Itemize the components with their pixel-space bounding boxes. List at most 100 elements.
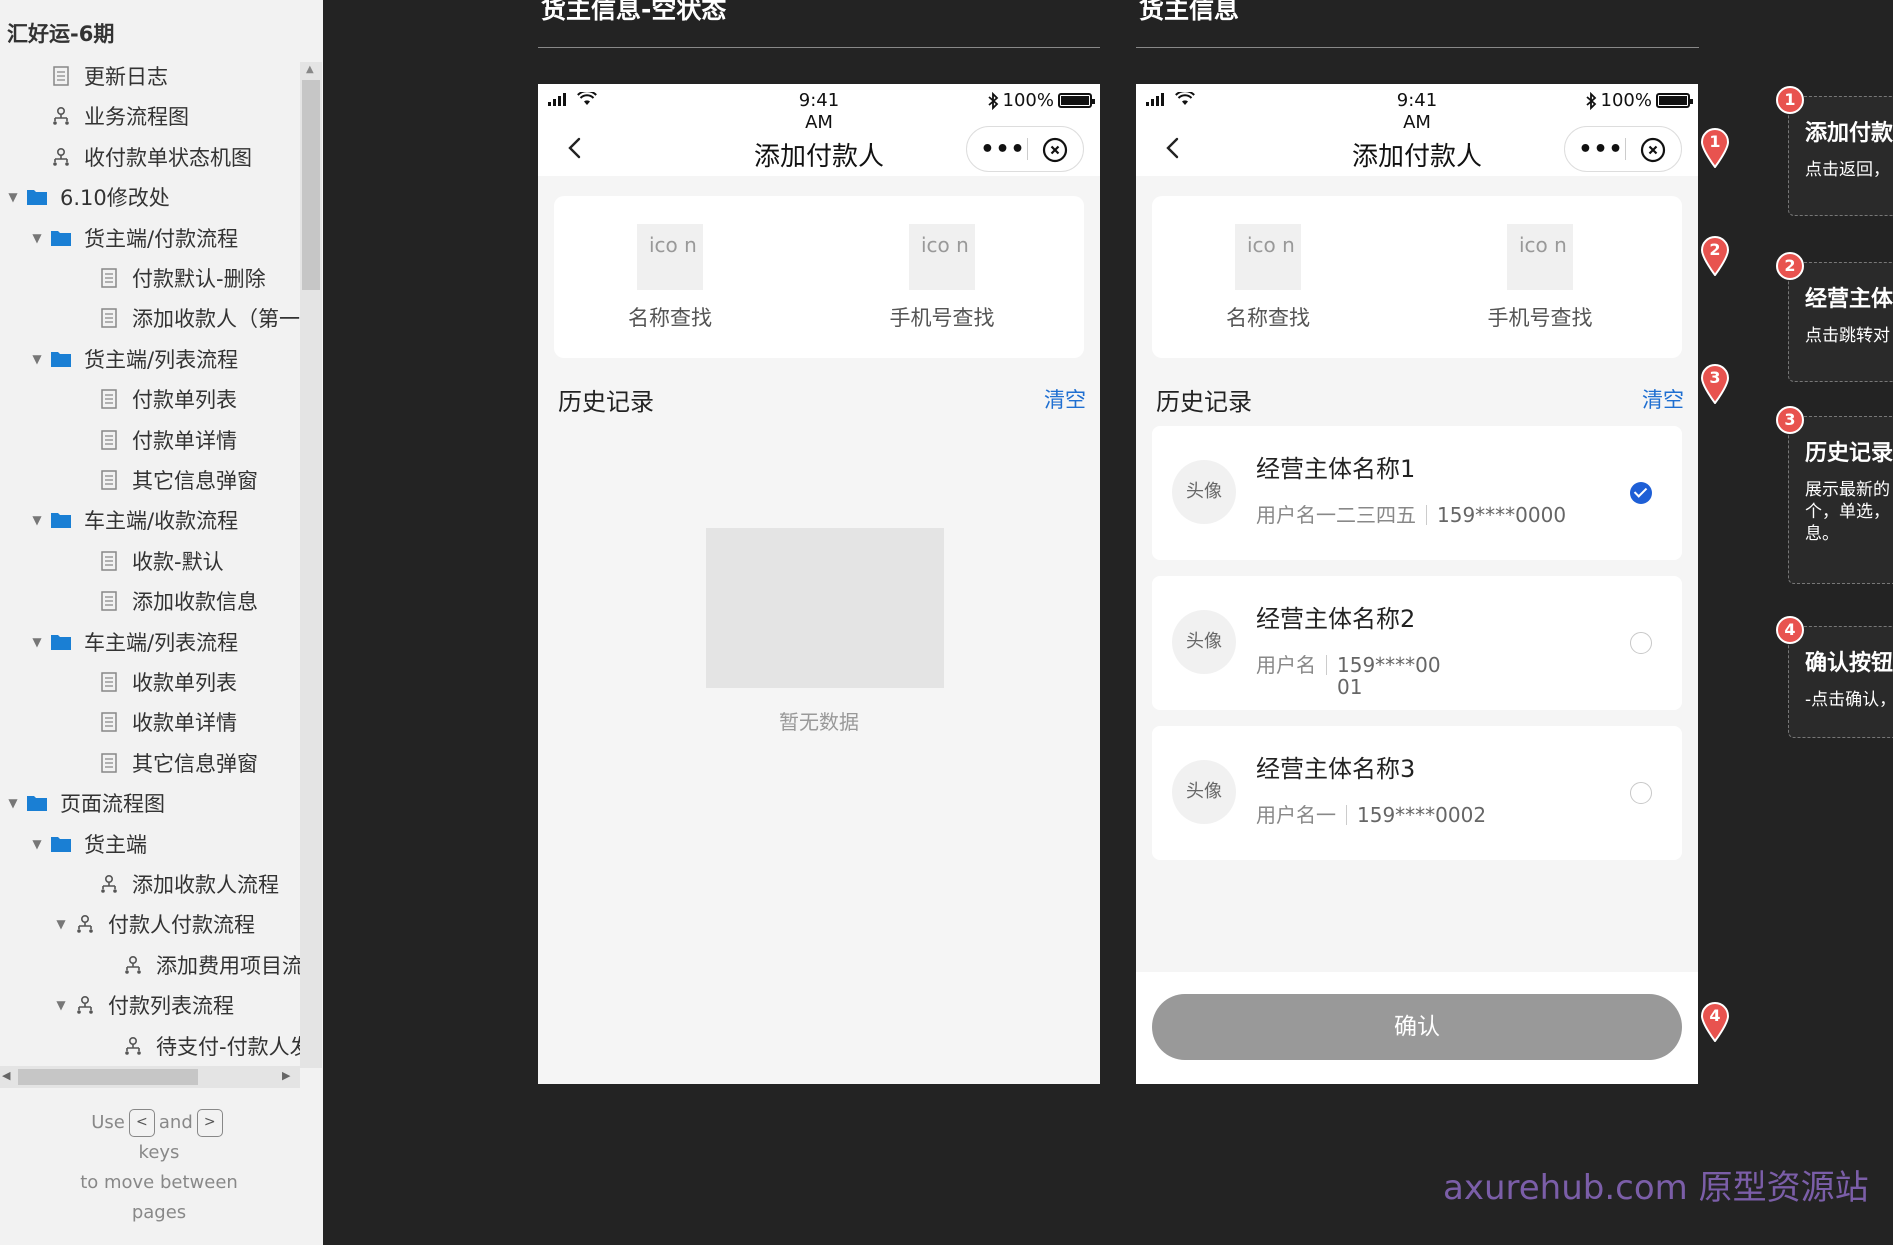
scroll-left-icon[interactable]: ◀ <box>2 1069 10 1082</box>
folder-icon <box>26 792 48 814</box>
scroll-right-icon[interactable]: ▶ <box>282 1069 290 1082</box>
flow-icon <box>74 913 96 935</box>
clear-history-link[interactable]: 清空 <box>1642 384 1684 414</box>
search-by-name-button[interactable]: ico n 名称查找 <box>590 224 750 332</box>
sitemap-item[interactable]: 付款默认-删除 <box>78 258 266 298</box>
radio-unchecked-icon[interactable] <box>1630 782 1652 804</box>
horizontal-scroll-thumb[interactable] <box>18 1069 198 1085</box>
sitemap-item[interactable]: 收款单详情 <box>78 702 237 742</box>
expand-toggle-icon[interactable]: ▼ <box>54 998 68 1012</box>
scroll-up-icon[interactable]: ▲ <box>306 64 314 75</box>
sitemap-item[interactable]: 添加收款信息 <box>78 581 258 621</box>
more-dots-icon[interactable]: ••• <box>980 127 1025 171</box>
sitemap-item[interactable]: ▼ 货主端/列表流程 <box>30 339 238 379</box>
search-options-card: ico n 名称查找 ico n 手机号查找 <box>1152 196 1682 358</box>
sitemap-item-label: 添加收款人流程 <box>132 873 279 897</box>
sitemap-item-label: 车主端/收款流程 <box>84 509 239 534</box>
radio-checked-icon[interactable] <box>1630 482 1652 504</box>
expand-toggle-icon[interactable]: ▼ <box>54 917 68 931</box>
vertical-scrollbar[interactable]: ▲ <box>300 62 322 1068</box>
sitemap-item[interactable]: 收款-默认 <box>78 541 224 581</box>
sitemap-item-label: 6.10修改处 <box>60 186 170 211</box>
sitemap-item[interactable]: 更新日志 <box>30 56 168 96</box>
sitemap-item[interactable]: ▼ 车主端/列表流程 <box>30 622 238 662</box>
clear-history-link[interactable]: 清空 <box>1044 384 1086 414</box>
annotation-card: 确认按钮 -点击确认， <box>1788 626 1893 738</box>
search-by-name-button[interactable]: ico n 名称查找 <box>1188 224 1348 332</box>
sitemap-item[interactable]: 其它信息弹窗 <box>78 743 258 783</box>
expand-toggle-icon[interactable]: ▼ <box>30 837 44 851</box>
annotation-number-badge: 4 <box>1776 616 1804 644</box>
project-title: 汇好运-6期 <box>7 22 115 46</box>
sitemap-item-label: 收款-默认 <box>132 549 224 574</box>
bluetooth-icon <box>1585 91 1596 110</box>
marker-pin-icon[interactable]: 3 <box>1700 364 1730 405</box>
sitemap-item-label: 其它信息弹窗 <box>132 469 258 493</box>
annotation-number-badge: 3 <box>1776 406 1804 434</box>
sitemap-item[interactable]: ▼ 付款列表流程 <box>54 985 234 1025</box>
confirm-button[interactable]: 确认 <box>1152 994 1682 1060</box>
sitemap-item-label: 收付款单状态机图 <box>84 145 252 170</box>
phone-search-icon: ico n <box>1507 224 1573 290</box>
expand-toggle-icon[interactable]: ▼ <box>6 796 20 810</box>
radio-unchecked-icon[interactable] <box>1630 632 1652 654</box>
expand-toggle-icon[interactable]: ▼ <box>30 352 44 366</box>
flow-icon <box>98 873 120 895</box>
avatar: 头像 <box>1172 760 1236 824</box>
history-record-row[interactable]: 头像 经营主体名称3 用户名一 159****0002 <box>1152 726 1682 860</box>
vertical-scroll-thumb[interactable] <box>302 80 320 290</box>
marker-pin-icon[interactable]: 4 <box>1700 1002 1730 1043</box>
marker-pin-icon[interactable]: 2 <box>1700 236 1730 277</box>
record-meta: 用户名 159****0001 <box>1256 653 1441 699</box>
expand-toggle-icon[interactable]: ▼ <box>30 635 44 649</box>
bluetooth-icon <box>987 91 998 110</box>
history-record-row[interactable]: 头像 经营主体名称2 用户名 159****0001 <box>1152 576 1682 710</box>
horizontal-scrollbar[interactable]: ◀ ▶ <box>0 1066 300 1088</box>
marker-pin-icon[interactable]: 1 <box>1700 128 1730 169</box>
sitemap-item[interactable]: 付款单详情 <box>78 420 237 460</box>
section-divider <box>538 47 1100 48</box>
sitemap-item[interactable]: ▼ 货主端 <box>30 824 147 864</box>
sitemap-item[interactable]: ▼ 页面流程图 <box>6 783 165 823</box>
sitemap-item-label: 货主端/付款流程 <box>84 226 239 251</box>
close-circle-icon[interactable] <box>1041 136 1069 164</box>
more-dots-icon[interactable]: ••• <box>1578 127 1623 171</box>
sitemap-item[interactable]: 付款单列表 <box>78 379 237 419</box>
sitemap-item[interactable]: 添加费用项目流程 <box>102 945 300 985</box>
battery-percent: 100% <box>1600 90 1652 111</box>
status-right: 100% <box>1585 90 1693 111</box>
name-search-icon: ico n <box>637 224 703 290</box>
sitemap-item[interactable]: 收付款单状态机图 <box>30 137 252 177</box>
avatar: 头像 <box>1172 460 1236 524</box>
sitemap-item[interactable]: 添加收款人流程 <box>78 864 279 904</box>
flow-icon <box>122 954 144 976</box>
sitemap-panel: 汇好运-6期 更新日志业务流程图收付款单状态机图 ▼ 6.10修改处 ▼ 货主端/付款流… <box>0 0 323 1245</box>
sitemap-item[interactable]: 添加收款人（第一步 <box>78 298 300 338</box>
sitemap-item[interactable]: 其它信息弹窗 <box>78 460 258 500</box>
section-divider <box>1136 47 1699 48</box>
sitemap-item[interactable]: 收款单列表 <box>78 662 237 702</box>
expand-toggle-icon[interactable]: ▼ <box>6 190 20 204</box>
folder-icon <box>50 348 72 370</box>
history-record-row[interactable]: 头像 经营主体名称1 用户名一二三四五 159****0000 <box>1152 426 1682 560</box>
sitemap-item-label: 添加费用项目流程 <box>156 953 300 978</box>
sitemap-item[interactable]: ▼ 6.10修改处 <box>6 177 170 217</box>
search-by-phone-button[interactable]: ico n 手机号查找 <box>862 224 1022 332</box>
sitemap-item[interactable]: ▼ 付款人付款流程 <box>54 904 255 944</box>
page-icon <box>98 267 120 289</box>
expand-toggle-icon[interactable]: ▼ <box>30 513 44 527</box>
sitemap-item[interactable]: ▼ 车主端/收款流程 <box>30 500 238 540</box>
folder-icon <box>50 833 72 855</box>
sitemap-item-label: 业务流程图 <box>84 105 189 130</box>
sitemap-item[interactable]: 待支付-付款人发起 <box>102 1026 300 1066</box>
sitemap-item[interactable]: ▼ 货主端/付款流程 <box>30 218 238 258</box>
flow-icon <box>122 1035 144 1057</box>
sitemap-item[interactable]: 业务流程图 <box>30 96 189 136</box>
expand-toggle-icon[interactable]: ▼ <box>30 231 44 245</box>
search-by-phone-button[interactable]: ico n 手机号查找 <box>1460 224 1620 332</box>
annotation-card: 添加付款 点击返回， <box>1788 96 1893 216</box>
avatar: 头像 <box>1172 610 1236 674</box>
keyboard-hint: Use < and > keys to move between pages <box>0 1108 318 1228</box>
close-circle-icon[interactable] <box>1639 136 1667 164</box>
empty-state-image <box>706 528 944 688</box>
